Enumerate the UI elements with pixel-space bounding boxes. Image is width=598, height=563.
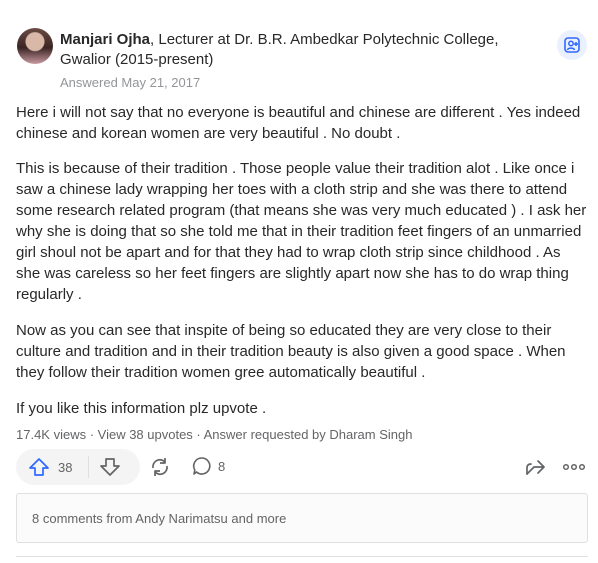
more-dots-icon [562,463,586,471]
upvote-button[interactable]: 38 [16,449,72,485]
answer-paragraph-1: Here i will not say that no everyone is … [16,104,581,142]
comment-count: 8 [218,458,226,474]
answer-paragraph-3: Now as you can see that inspite of being… [16,322,566,381]
comments-preview-text: 8 comments from Andy Narimatsu and more [32,510,287,526]
comment-bubble-icon [192,457,211,475]
author-avatar[interactable] [17,28,53,64]
answer-stats[interactable]: 17.4K views · View 38 upvotes · Answer r… [16,427,412,442]
author-name[interactable]: Manjari Ojha [60,31,150,48]
answered-date[interactable]: Answered May 21, 2017 [60,75,200,90]
upvote-count: 38 [58,459,73,475]
share-cycle-icon [152,458,168,476]
more-options-button[interactable] [562,456,586,478]
answer-paragraph-2: This is because of their tradition . Tho… [16,160,587,303]
repost-arrow-icon [526,460,545,475]
action-bar: 38 8 [16,447,588,487]
arrow-down-icon [100,458,121,476]
share-button[interactable] [148,456,172,478]
arrow-up-icon [29,458,49,476]
comments-preview[interactable]: 8 comments from Andy Narimatsu and more [16,493,588,543]
bottom-divider [16,556,588,557]
author-line: Manjari Ojha, Lecturer at Dr. B.R. Ambed… [60,30,550,70]
comment-button[interactable]: 8 [192,456,225,476]
follow-author-button[interactable] [557,30,587,60]
downvote-button[interactable] [89,449,131,485]
answer-paragraph-4: If you like this information plz upvote … [16,400,267,417]
repost-button[interactable] [524,456,546,478]
vote-pill: 38 [16,449,140,485]
add-person-icon [564,37,580,53]
